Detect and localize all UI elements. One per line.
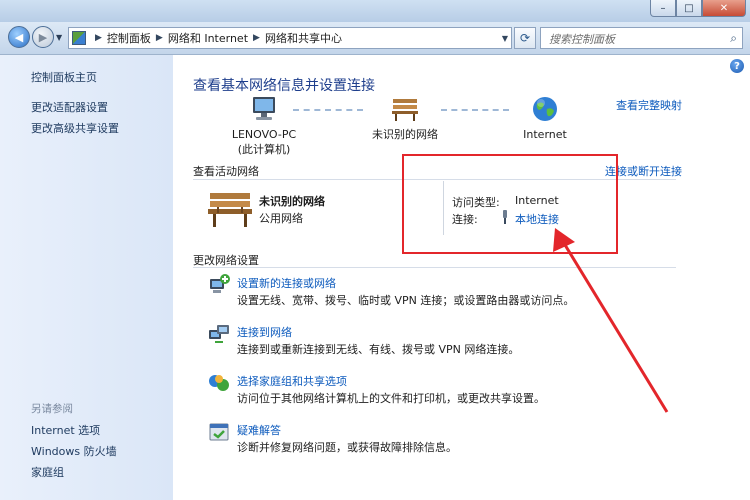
address-toolbar: ◀ ▶ ▼ ▶ 控制面板 ▶ 网络和 Internet ▶ 网络和共享中心 ▼ … xyxy=(0,22,750,55)
main-content: ? 查看基本网络信息并设置连接 查看完整映射 LENOVO-PC (此计算机) xyxy=(173,55,750,500)
page-title: 查看基本网络信息并设置连接 xyxy=(193,78,375,94)
recent-pages-dropdown-icon[interactable]: ▼ xyxy=(56,33,62,42)
new-connection-icon xyxy=(210,274,230,293)
map-node-computer: LENOVO-PC (此计算机) xyxy=(229,95,299,157)
map-connector xyxy=(293,109,363,111)
network-sharing-center-window: – □ ✕ ◀ ▶ ▼ ▶ 控制面板 ▶ 网络和 Internet ▶ 网络和共… xyxy=(0,0,750,500)
active-networks-heading: 查看活动网络 xyxy=(193,165,259,178)
map-node-internet[interactable]: Internet xyxy=(513,95,577,142)
maximize-button[interactable]: □ xyxy=(676,0,702,17)
search-input[interactable] xyxy=(547,29,721,49)
bench-icon xyxy=(208,193,252,227)
computer-icon xyxy=(253,97,275,120)
section-divider xyxy=(193,267,676,268)
breadcrumb-separator-icon[interactable]: ▶ xyxy=(95,33,102,43)
computer-name-label: LENOVO-PC xyxy=(231,128,297,141)
window-controls: – □ ✕ xyxy=(650,0,746,17)
close-button[interactable]: ✕ xyxy=(702,0,746,17)
refresh-button[interactable]: ⟳ xyxy=(514,27,536,49)
forward-arrow-icon: ▶ xyxy=(38,30,48,44)
troubleshoot-link[interactable]: 疑难解答 xyxy=(237,422,281,438)
active-network-name: 未识别的网络 xyxy=(259,195,325,208)
sidebar-item-change-advanced-sharing[interactable]: 更改高级共享设置 xyxy=(31,120,119,136)
control-panel-icon xyxy=(72,31,86,45)
title-bar: – □ ✕ xyxy=(0,0,750,22)
troubleshoot-icon xyxy=(209,423,229,441)
breadcrumb-control-panel[interactable]: 控制面板 xyxy=(107,30,151,46)
breadcrumb-network-sharing-center[interactable]: 网络和共享中心 xyxy=(265,30,342,46)
forward-button[interactable]: ▶ xyxy=(32,26,54,48)
setup-new-connection-desc: 设置无线、宽带、拨号、临时或 VPN 连接；或设置路由器或访问点。 xyxy=(237,294,575,307)
back-arrow-icon: ◀ xyxy=(14,30,24,44)
minimize-button[interactable]: – xyxy=(650,0,676,17)
computer-sub-label: (此计算机) xyxy=(237,143,291,156)
view-full-map-link[interactable]: 查看完整映射 xyxy=(616,97,682,113)
address-bar[interactable]: ▶ 控制面板 ▶ 网络和 Internet ▶ 网络和共享中心 ▼ xyxy=(68,27,512,49)
sidebar-item-internet-options[interactable]: Internet 选项 xyxy=(31,422,100,438)
sidebar-item-windows-firewall[interactable]: Windows 防火墙 xyxy=(31,443,117,459)
breadcrumb-separator-icon[interactable]: ▶ xyxy=(156,33,163,43)
refresh-icon: ⟳ xyxy=(519,31,531,45)
map-node-network[interactable]: 未识别的网络 xyxy=(365,95,445,142)
troubleshoot-desc: 诊断并修复网络问题，或获得故障排除信息。 xyxy=(237,441,457,454)
connect-to-network-link[interactable]: 连接到网络 xyxy=(237,324,292,340)
setup-new-connection-link[interactable]: 设置新的连接或网络 xyxy=(237,275,336,291)
homegroup-sharing-desc: 访问位于其他网络计算机上的文件和打印机，或更改共享设置。 xyxy=(237,392,545,405)
sidebar-item-change-adapter-settings[interactable]: 更改适配器设置 xyxy=(31,99,108,115)
breadcrumb-separator-icon[interactable]: ▶ xyxy=(253,33,260,43)
sidebar-item-control-panel-home[interactable]: 控制面板主页 xyxy=(31,69,97,85)
highlight-box xyxy=(402,154,618,254)
back-button[interactable]: ◀ xyxy=(8,26,30,48)
network-name-label: 未识别的网络 xyxy=(372,128,438,141)
search-box: ⌕ xyxy=(540,27,743,49)
help-icon[interactable]: ? xyxy=(730,59,744,73)
connect-network-icon xyxy=(209,325,229,343)
homegroup-icon xyxy=(209,375,229,391)
homegroup-sharing-link[interactable]: 选择家庭组和共享选项 xyxy=(237,373,347,389)
sidebar: 控制面板主页 更改适配器设置 更改高级共享设置 另请参阅 Internet 选项… xyxy=(0,55,173,500)
see-also-heading: 另请参阅 xyxy=(31,403,73,415)
map-connector xyxy=(441,109,509,111)
bench-icon xyxy=(392,99,418,121)
active-network-type[interactable]: 公用网络 xyxy=(259,210,303,226)
change-settings-heading: 更改网络设置 xyxy=(193,254,259,267)
search-icon[interactable]: ⌕ xyxy=(730,31,737,46)
connect-to-network-desc: 连接到或重新连接到无线、有线、拨号或 VPN 网络连接。 xyxy=(237,343,520,356)
address-dropdown-icon[interactable]: ▼ xyxy=(502,34,508,43)
globe-icon xyxy=(533,97,557,121)
internet-label: Internet xyxy=(523,128,567,141)
breadcrumb-network-internet[interactable]: 网络和 Internet xyxy=(168,30,248,46)
sidebar-item-homegroup[interactable]: 家庭组 xyxy=(31,464,64,480)
